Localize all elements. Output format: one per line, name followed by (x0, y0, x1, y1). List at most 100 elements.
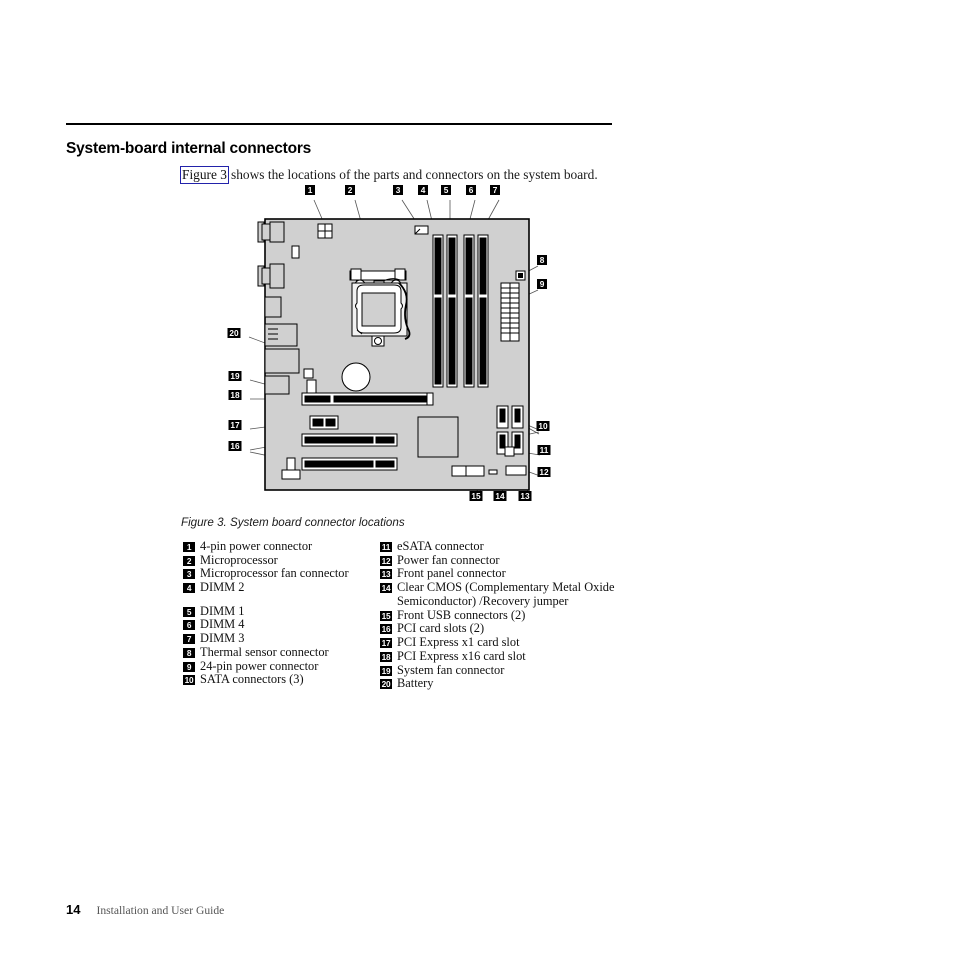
legend-label: DIMM 2 (200, 580, 245, 595)
svg-text:9: 9 (540, 279, 545, 289)
svg-text:13: 13 (520, 491, 530, 501)
page-title: System-board internal connectors (66, 140, 312, 158)
legend-label: DIMM 3 (200, 631, 245, 646)
svg-text:16: 16 (230, 441, 240, 451)
legend-number: 19 (380, 665, 392, 676)
legend-item-8: 8 Thermal sensor connector (183, 644, 383, 660)
callout-10: 10 (536, 421, 550, 431)
dimm-slot-4 (463, 234, 475, 388)
svg-text:4: 4 (421, 185, 426, 195)
legend-item-1: 1 4-pin power connector (183, 539, 383, 554)
dimm-slot-1 (446, 234, 458, 388)
connectors-front-usb (451, 465, 485, 477)
sata-connector-2 (511, 405, 524, 429)
callout-14: 14 (493, 491, 507, 501)
legend-item-3: 3 Microprocessor fan connector (183, 567, 383, 581)
legend-number: 18 (380, 651, 392, 662)
legend-item-20: 20 Battery (380, 677, 616, 691)
svg-text:15: 15 (471, 491, 481, 501)
callout-13: 13 (518, 491, 532, 501)
board-component-small (291, 245, 300, 259)
intro-text: shows the locations of the parts and con… (231, 167, 598, 183)
legend-number: 6 (183, 620, 195, 631)
legend-label: Clear CMOS (Complementary Metal Oxide Se… (397, 580, 615, 608)
legend-item-4: 4 DIMM 2 (183, 580, 383, 595)
slot-pcie-x1 (309, 415, 339, 430)
sata-connector-3 (496, 431, 509, 455)
legend-column-right: 11 eSATA connector 12 Power fan connecto… (380, 539, 616, 691)
callout-bottom-group: 15 14 13 (469, 491, 532, 501)
connector-power-fan (504, 446, 515, 457)
callout-3: 3 (393, 185, 403, 195)
legend-label: SATA connectors (3) (200, 672, 304, 687)
connector-system-fan (303, 368, 317, 394)
legend-item-17: 17 PCI Express x1 card slot (380, 636, 616, 650)
header-rule (66, 123, 612, 125)
battery (341, 362, 371, 392)
legend-number: 17 (380, 638, 392, 649)
legend-item-5: 5 DIMM 1 (183, 604, 383, 619)
legend-number: 1 (183, 542, 195, 552)
legend-column-left: 1 4-pin power connector 2 Microprocessor… (183, 539, 383, 687)
callout-11: 11 (537, 445, 551, 455)
legend-item-14: 14 Clear CMOS (Complementary Metal Oxide… (380, 580, 616, 609)
legend-item-15: 15 Front USB connectors (2) (380, 607, 616, 623)
svg-text:6: 6 (469, 185, 474, 195)
legend-number: 10 (183, 675, 195, 686)
legend-label: Power fan connector (397, 552, 500, 567)
legend-label: Front USB connectors (2) (397, 607, 526, 622)
legend-number: 4 (183, 583, 195, 594)
dimm-slot-3 (477, 234, 489, 388)
legend-label: Thermal sensor connector (200, 644, 329, 659)
legend-label: 24-pin power connector (200, 658, 319, 673)
svg-text:11: 11 (540, 445, 549, 455)
slot-pcie-x16 (301, 392, 434, 406)
chipset (417, 416, 459, 458)
legend-item-9: 9 24-pin power connector (183, 658, 383, 674)
callout-4: 4 (418, 185, 428, 195)
dimm-slots (432, 234, 489, 388)
legend-number: 5 (183, 606, 195, 617)
legend-label: 4-pin power connector (200, 539, 313, 553)
callout-2: 2 (345, 185, 355, 195)
callout-7: 7 (490, 185, 500, 195)
legend-item-19: 19 System fan connector (380, 663, 616, 678)
callout-19: 19 (228, 371, 242, 381)
connector-24pin-power (500, 282, 520, 342)
legend-item-10: 10 SATA connectors (3) (183, 673, 383, 687)
legend-label: PCI Express x1 card slot (397, 635, 520, 650)
callout-right-group: 8 9 10 11 12 (536, 255, 551, 477)
legend-item-6: 6 DIMM 4 (183, 618, 383, 632)
connector-thermal-sensor (515, 270, 526, 281)
callout-16: 16 (228, 441, 242, 451)
legend-label: PCI Express x16 card slot (397, 648, 526, 663)
legend-item-13: 13 Front panel connector (380, 567, 616, 581)
legend-label: eSATA connector (397, 539, 484, 553)
legend-label: PCI card slots (2) (397, 621, 485, 636)
svg-text:12: 12 (539, 467, 549, 477)
figure-3-link[interactable]: Figure 3 (180, 166, 230, 185)
callout-8: 8 (537, 255, 547, 265)
callout-20: 20 (227, 328, 241, 338)
legend-number: 15 (380, 610, 392, 621)
document-title: Installation and User Guide (96, 904, 225, 917)
connectors-sata (496, 405, 524, 455)
legend-label: Front panel connector (397, 566, 506, 581)
connector-4pin-power (317, 223, 333, 239)
intro-paragraph: Figure 3 shows the locations of the parts… (180, 166, 598, 185)
callout-6: 6 (466, 185, 476, 195)
legend-label: Microprocessor fan connector (200, 566, 349, 581)
callout-18: 18 (228, 390, 242, 400)
sata-connector-1 (496, 405, 509, 429)
callout-left-group: 20 19 18 17 16 (227, 328, 242, 451)
svg-text:10: 10 (538, 421, 548, 431)
legend-number: 2 (183, 555, 195, 566)
legend-number: 20 (380, 679, 392, 690)
cpu-socket (349, 268, 411, 347)
svg-text:20: 20 (229, 328, 239, 338)
callout-15: 15 (469, 491, 483, 501)
callout-17: 17 (228, 420, 242, 430)
callout-top-group: 1 2 3 4 5 6 7 (305, 185, 500, 195)
callout-9: 9 (537, 279, 547, 289)
slot-pci-2 (301, 457, 398, 471)
